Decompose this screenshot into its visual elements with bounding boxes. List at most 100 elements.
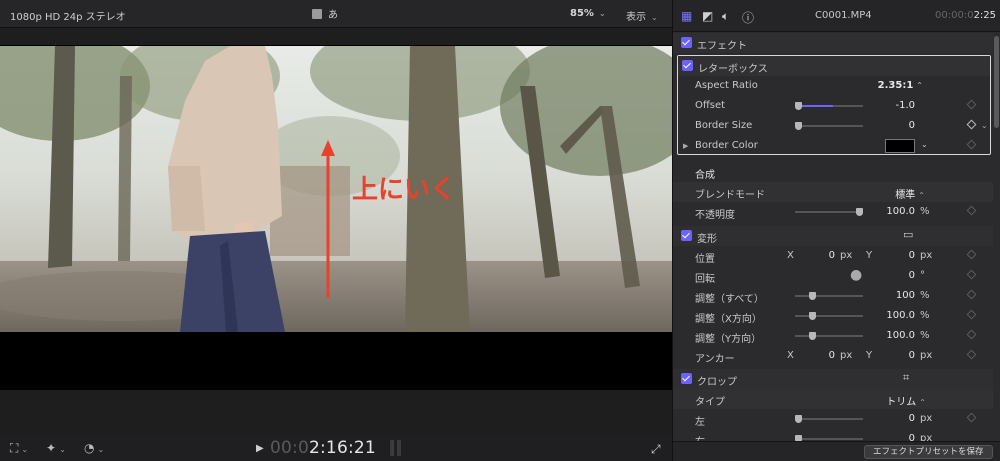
viewer-transport-bar: ⛶ ⌄ ✦ ⌄ ◔ ⌄ ▶ 00:02:16:21 ⤢	[0, 436, 672, 461]
updown-icon: ⌃	[918, 191, 925, 200]
scale-y-slider[interactable]	[795, 332, 863, 340]
keyframe-icon[interactable]	[966, 139, 977, 150]
keyframe-icon[interactable]	[966, 205, 977, 216]
scale-all-slider[interactable]	[795, 292, 863, 300]
blend-mode-popup[interactable]: 標準 ⌃	[883, 186, 925, 201]
keyframe-icon[interactable]	[966, 99, 977, 110]
audio-inspector-icon[interactable]: 🔈︎	[722, 9, 729, 24]
chevron-down-icon[interactable]: ⌄	[981, 121, 988, 130]
transform-tool[interactable]: ⛶ ⌄	[10, 441, 28, 456]
percent-unit: %	[920, 310, 930, 321]
effects-section-header[interactable]: エフェクト	[673, 33, 993, 53]
px-unit: px	[840, 350, 853, 361]
keyframe-icon[interactable]	[966, 412, 977, 423]
compositing-section-header[interactable]: 合成	[673, 162, 993, 182]
opacity-value[interactable]: 100.0	[873, 206, 915, 217]
rotation-dial-icon[interactable]: ●	[850, 267, 862, 283]
scale-y-slider-knob[interactable]	[809, 332, 816, 340]
video-inspector-icon[interactable]: ▦	[681, 9, 692, 23]
enhance-tool[interactable]: ✦ ⌄	[46, 441, 66, 455]
scale-y-value[interactable]: 100.0	[873, 330, 915, 341]
scale-x-slider-knob[interactable]	[809, 312, 816, 320]
scale-y-row: 調整（Y方向） 100.0 %	[673, 326, 993, 346]
position-y-value[interactable]: 0	[893, 250, 915, 261]
chevron-down-icon: ⌄	[598, 9, 606, 18]
border-size-slider-knob[interactable]	[795, 122, 802, 130]
letterbox-header[interactable]: レターボックス	[678, 56, 990, 76]
scale-x-value[interactable]: 100.0	[873, 310, 915, 321]
crop-type-label: タイプ	[695, 397, 725, 408]
updown-icon: ⌃	[916, 81, 923, 90]
border-size-value[interactable]: 0	[873, 120, 915, 131]
keyframe-icon[interactable]	[966, 329, 977, 340]
anchor-y-label: Y	[866, 350, 873, 361]
border-size-slider[interactable]	[795, 122, 863, 130]
aspect-ratio-popup[interactable]: 2.35:1 ⌃	[873, 80, 923, 91]
transform-onscreen-icon[interactable]: ▭	[903, 228, 913, 241]
crop-left-value[interactable]: 0	[873, 413, 915, 424]
border-size-row: Border Size 0 ⌄	[673, 116, 993, 136]
opacity-label: 不透明度	[695, 210, 735, 221]
color-inspector-icon[interactable]: ◩	[702, 9, 713, 23]
retime-tool[interactable]: ◔ ⌄	[84, 441, 104, 455]
scale-x-row: 調整（X方向） 100.0 %	[673, 306, 993, 326]
format-label: 1080p HD 24p ステレオ	[10, 12, 126, 23]
scale-x-slider[interactable]	[795, 312, 863, 320]
effects-checkbox[interactable]	[681, 37, 692, 48]
disclosure-triangle-icon[interactable]: ▶	[683, 142, 688, 150]
clip-duration: 00:00:02:25	[935, 10, 996, 21]
offset-value[interactable]: -1.0	[873, 100, 915, 111]
inspector-scrollbar[interactable]	[994, 36, 999, 128]
letterbox-checkbox[interactable]	[682, 60, 693, 71]
offset-slider[interactable]	[795, 102, 863, 110]
viewer-toolbar: 1080p HD 24p ステレオ あ 85% ⌄ 表示 ⌄	[0, 0, 672, 28]
percent-unit: %	[920, 290, 930, 301]
playhead-timecode: 00:02:16:21	[270, 438, 376, 458]
crop-type-value: トリム	[886, 397, 917, 408]
offset-label: Offset	[695, 100, 726, 111]
view-menu-label: 表示	[626, 12, 646, 23]
anchor-x-value[interactable]: 0	[813, 350, 835, 361]
view-menu[interactable]: 表示 ⌄	[626, 8, 658, 23]
crop-section-header[interactable]: クロップ ⌗	[673, 369, 993, 389]
position-label: 位置	[695, 254, 715, 265]
crop-left-slider-knob[interactable]	[795, 415, 802, 423]
keyframe-icon[interactable]	[966, 349, 977, 360]
keyframe-add-icon[interactable]	[966, 119, 977, 130]
fullscreen-icon[interactable]: ⤢	[651, 442, 661, 457]
border-color-swatch[interactable]	[885, 139, 915, 153]
anchor-y-value[interactable]: 0	[893, 350, 915, 361]
rotation-value[interactable]: 0	[873, 270, 915, 281]
crop-onscreen-icon[interactable]: ⌗	[903, 371, 909, 385]
play-button[interactable]: ▶	[256, 443, 264, 454]
transform-section-header[interactable]: 変形 ▭	[673, 226, 993, 246]
save-effects-preset-button[interactable]: エフェクトプリセットを保存	[864, 445, 993, 459]
info-inspector-icon[interactable]: ⓘ	[742, 9, 754, 26]
library-selector[interactable]: あ	[312, 6, 338, 21]
keyframe-icon[interactable]	[966, 249, 977, 260]
crop-right-slider[interactable]	[795, 435, 863, 443]
scale-all-value[interactable]: 100	[873, 290, 915, 301]
blend-mode-row: ブレンドモード 標準 ⌃	[673, 182, 993, 202]
crop-checkbox[interactable]	[681, 373, 692, 384]
position-y-label: Y	[866, 250, 873, 261]
blend-mode-label: ブレンドモード	[695, 190, 765, 201]
chevron-down-icon[interactable]: ⌄	[921, 140, 928, 149]
keyframe-icon[interactable]	[966, 309, 977, 320]
keyframe-icon[interactable]	[966, 269, 977, 280]
zoom-menu[interactable]: 85% ⌄	[570, 8, 606, 19]
anchor-label: アンカー	[695, 354, 735, 365]
opacity-unit: %	[920, 206, 930, 217]
scale-all-slider-knob[interactable]	[809, 292, 816, 300]
video-frame[interactable]: 上にいく	[0, 46, 672, 332]
effects-title: エフェクト	[697, 41, 747, 52]
crop-left-slider[interactable]	[795, 415, 863, 423]
keyframe-icon[interactable]	[966, 289, 977, 300]
position-x-value[interactable]: 0	[813, 250, 835, 261]
opacity-slider[interactable]	[795, 208, 863, 216]
crop-type-popup[interactable]: トリム ⌃	[878, 393, 926, 408]
transform-checkbox[interactable]	[681, 230, 692, 241]
border-size-label: Border Size	[695, 120, 753, 131]
opacity-slider-knob[interactable]	[856, 208, 863, 216]
offset-slider-knob[interactable]	[795, 102, 802, 110]
